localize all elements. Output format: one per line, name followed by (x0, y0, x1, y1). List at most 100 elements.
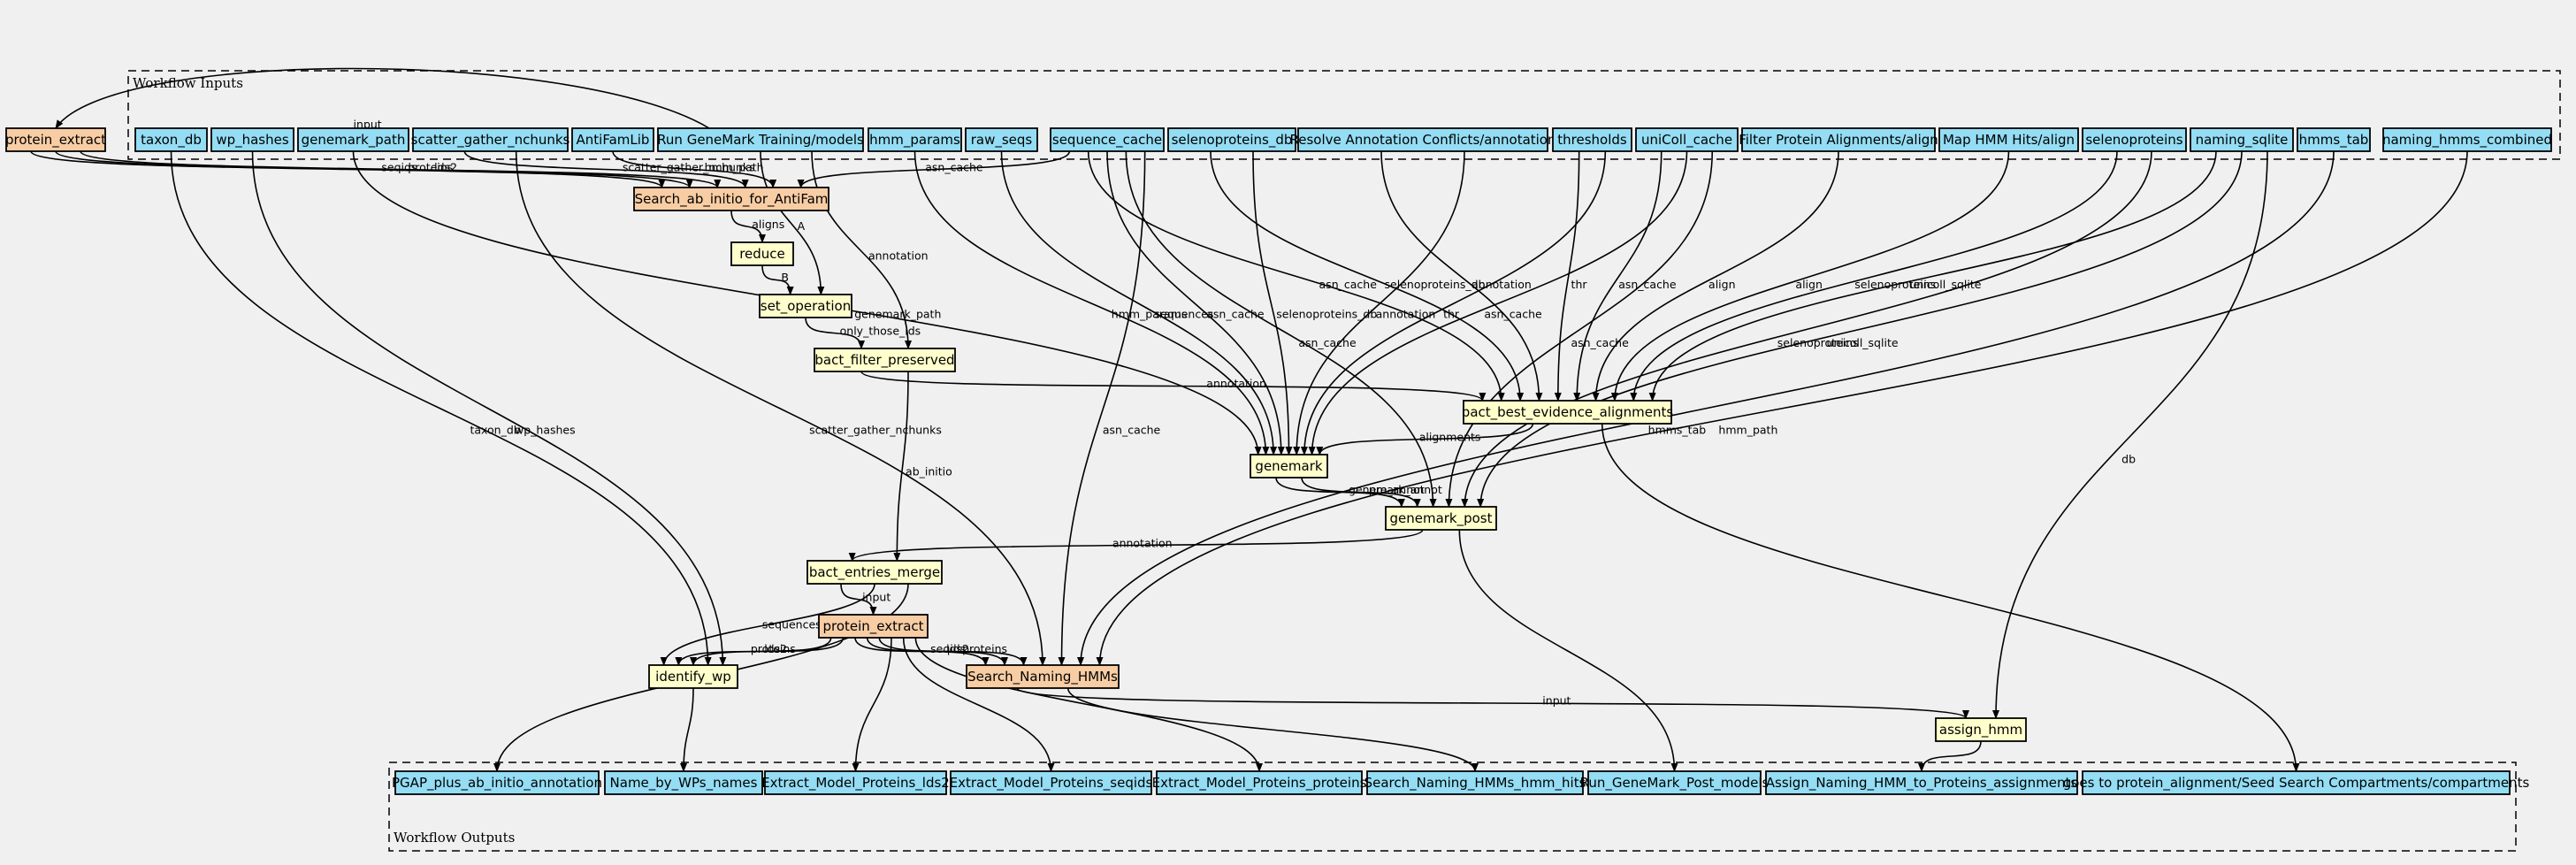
node-filter-protein-align[interactable]: Filter Protein Alignments/align (1739, 127, 1938, 152)
node-out-proteins[interactable]: Extract_Model_Proteins_proteins (1152, 770, 1367, 795)
edge-label: thr (1571, 278, 1588, 291)
edge-path (913, 150, 1270, 455)
node-genemark[interactable]: genemark (1250, 454, 1328, 478)
node-raw-seqs[interactable]: raw_seqs (965, 127, 1038, 152)
node-wp-hashes[interactable]: wp_hashes (210, 127, 294, 152)
edge-wp_hashes-to-identify_wp: wp_hashes (251, 150, 727, 666)
node-out-compartments[interactable]: goes to protein_alignment/Seed Search Co… (2063, 770, 2530, 795)
node-label: naming_sqlite (2196, 132, 2289, 149)
node-out-genemark-post[interactable]: Run_GeneMark_Post_models (1580, 770, 1770, 795)
node-sequence-cache[interactable]: sequence_cache (1050, 127, 1165, 152)
node-hmm-params[interactable]: hmm_params (868, 127, 962, 152)
node-AntiFamLib[interactable]: AntiFamLib (571, 127, 654, 152)
edge-bact_filter_preserved-to-bact_best_evidence: annotation (860, 371, 1487, 402)
node-label: uniColl_cache (1641, 132, 1732, 149)
edge-path (1293, 150, 1465, 455)
node-identify-wp[interactable]: identify_wp (648, 664, 738, 689)
edge-filter_protein_align-to-bact_best_evidence: align (1592, 150, 1839, 402)
node-protein-extract-mid[interactable]: protein_extract (818, 614, 929, 639)
edge-search_naming_hmms-to-out_hmm_hits (1066, 687, 1479, 772)
edge-protein_extract_mid-to-out_seqids (902, 637, 1055, 772)
edge-path (251, 150, 727, 666)
edge-protein_extract_mid-to-out_proteins (914, 637, 1263, 772)
node-naming-hmms-combined[interactable]: naming_hmms_combined (2382, 127, 2552, 152)
edge-label: genemark_path (854, 308, 941, 321)
edge-label: scatter_gather_nchunks (809, 424, 942, 437)
node-label: bact_filter_preserved (814, 352, 954, 369)
edge-label: annotation (1112, 536, 1173, 549)
node-label: genemark (1255, 458, 1322, 474)
edge-path (1077, 150, 2335, 666)
edge-bact_best_evidence-to-genemark: alignments (1316, 423, 1534, 455)
node-label: thresholds (1557, 132, 1627, 148)
edge-label: hmm_path (705, 161, 764, 174)
edge-naming_hmms_combined-to-search_naming_hmms: hmm_path (1096, 150, 2468, 666)
edge-label: asn_cache (1206, 308, 1265, 321)
node-label: Extract_Model_Proteins_proteins (1152, 775, 1367, 792)
edge-label: align (1708, 278, 1735, 291)
node-search-naming-hmms[interactable]: Search_Naming_HMMs (966, 664, 1120, 689)
edge-label: thr (1443, 308, 1460, 321)
edge-label: asn_cache (925, 161, 983, 174)
edge-selenoproteins-to-genemark_post: selenoproteins (1461, 150, 2152, 508)
node-out-wp-names[interactable]: Name_by_WPs_names (604, 770, 763, 795)
edge-label: lds2 (764, 642, 787, 655)
edge-label: wp_hashes (515, 424, 576, 437)
edge-genemark_post-to-bact_entries_merge: annotation (848, 529, 1424, 562)
node-run-genemark-training[interactable]: Run GeneMark Training/models (657, 127, 864, 152)
node-out-lds2[interactable]: Extract_Model_Proteins_lds2 (761, 770, 950, 795)
edge-label: hmm_path (1718, 424, 1777, 437)
node-selenoproteins[interactable]: selenoproteins (2082, 127, 2187, 152)
node-assign-hmm[interactable]: assign_hmm (1935, 717, 2027, 742)
node-resolve-conflicts[interactable]: Resolve Annotation Conflicts/annotation (1290, 127, 1556, 152)
node-bact-filter-preserved[interactable]: bact_filter_preserved (814, 348, 956, 372)
node-search-antifam[interactable]: Search_ab_initio_for_AntiFam (633, 187, 829, 211)
node-taxon-db[interactable]: taxon_db (134, 127, 208, 152)
node-genemark-post[interactable]: genemark_post (1385, 506, 1497, 531)
node-out-pgap[interactable]: PGAP_plus_ab_initio_annotation (392, 770, 602, 795)
edge-path (1648, 150, 2217, 402)
node-bact-best-evidence[interactable]: bact_best_evidence_alignments (1462, 400, 1674, 425)
node-label: Resolve Annotation Conflicts/annotation (1290, 132, 1556, 148)
edge-path (852, 637, 892, 772)
node-selenoproteins-db[interactable]: selenoproteins_db (1167, 127, 1296, 152)
node-out-hmm-hits[interactable]: Search_Naming_HMMs_hmm_hits (1364, 770, 1586, 795)
edge-label: taxon_db (470, 424, 520, 437)
edge-label: asn_cache (1571, 336, 1629, 349)
edge-search_naming_hmms-to-assign_hmm: input (1016, 687, 1969, 719)
node-label: Extract_Model_Proteins_lds2 (761, 775, 950, 792)
node-scatter-gather-nchunks[interactable]: scatter_gather_nchunks (411, 127, 570, 152)
edge-label: unicoll_sqlite (1827, 336, 1899, 349)
edge-resolve_conflicts-to-genemark: annotation (1293, 150, 1465, 455)
node-label: sequence_cache (1052, 132, 1162, 149)
edge-label: align (1795, 278, 1822, 291)
edges-layer: inputseqidsproteinslds2 scatter_gather_nc… (30, 67, 2468, 772)
edge-path (902, 637, 1055, 772)
node-protein-extract-in[interactable]: protein_extract (5, 127, 106, 152)
edge-sequence_cache-to-search_antifam: asn_cache (797, 150, 1071, 188)
node-label: Run GeneMark Training/models (657, 132, 864, 148)
node-bact-entries-merge[interactable]: bact_entries_merge (806, 560, 943, 585)
node-genemark-path[interactable]: genemark_path (297, 127, 409, 152)
edge-path (1096, 150, 2468, 666)
edge-path (1592, 150, 1839, 402)
node-naming-sqlite[interactable]: naming_sqlite (2190, 127, 2294, 152)
node-map-hmm-hits[interactable]: Map HMM Hits/align (1938, 127, 2079, 152)
node-set-operation[interactable]: set_operation (759, 294, 852, 318)
node-hmms-tab[interactable]: hmms_tab (2297, 127, 2371, 152)
node-thresholds[interactable]: thresholds (1552, 127, 1632, 152)
node-label: taxon_db (141, 132, 202, 149)
edge-path (1630, 150, 2118, 402)
edge-label: input (1542, 694, 1571, 708)
node-label: bact_best_evidence_alignments (1462, 404, 1674, 421)
node-uniColl-cache[interactable]: uniColl_cache (1635, 127, 1739, 152)
node-out-assign[interactable]: Assign_Naming_HMM_to_Proteins_assignment… (1765, 770, 2078, 795)
node-label: genemark_post (1389, 510, 1492, 527)
edge-selenoproteins-to-bact_best_evidence: selenoproteins (1630, 150, 2118, 402)
edge-path (1058, 150, 1146, 666)
edge-label: asn_cache (1298, 336, 1357, 349)
node-reduce[interactable]: reduce (730, 241, 794, 266)
edge-label: only_those_ids (840, 324, 921, 337)
node-out-seqids[interactable]: Extract_Model_Proteins_seqids (950, 770, 1153, 795)
node-label: Name_by_WPs_names (610, 775, 758, 792)
